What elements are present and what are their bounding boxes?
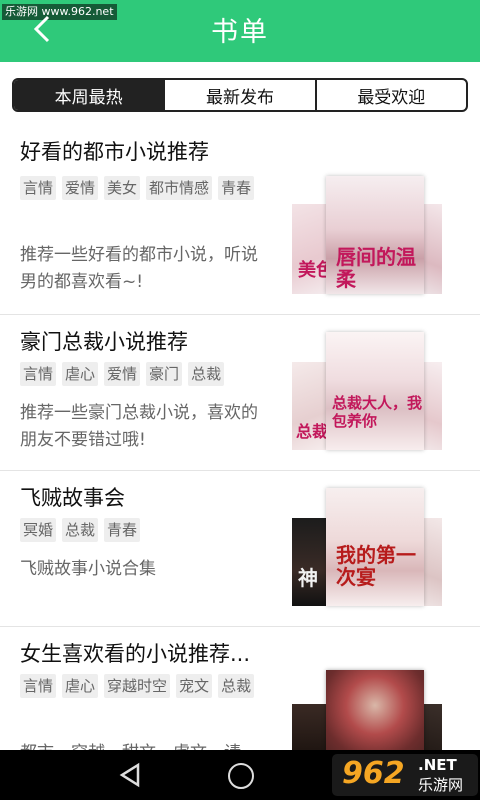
tag-list: 冥婚 总裁 青春 — [20, 518, 280, 548]
nav-back-icon[interactable] — [118, 762, 144, 792]
tag[interactable]: 言情 — [20, 176, 57, 200]
watermark-number: 962 — [342, 756, 405, 791]
item-title: 飞贼故事会 — [20, 486, 125, 510]
book-cover: 我的第一次宴 — [326, 488, 424, 606]
book-cover: 总裁大人，我包养你 — [326, 332, 424, 450]
item-title: 好看的都市小说推荐 — [20, 140, 209, 164]
tag[interactable]: 总裁 — [62, 518, 99, 542]
tag[interactable]: 总裁 — [218, 674, 255, 698]
nav-home-icon[interactable] — [228, 763, 254, 789]
tag[interactable]: 豪门 — [146, 362, 183, 386]
brand-watermark-logo: 962 .NET 乐游网 — [332, 754, 478, 796]
tag[interactable]: 美女 — [104, 176, 141, 200]
app-header: 乐游网 www.962.net 书单 — [0, 0, 480, 62]
tag[interactable]: 言情 — [20, 362, 57, 386]
tag[interactable]: 总裁 — [188, 362, 225, 386]
segmented-tabs: 本周最热 最新发布 最受欢迎 — [12, 78, 468, 112]
tag-list: 言情 爱情 美女 都市情感 青春 — [20, 176, 280, 206]
list-item[interactable]: 豪门总裁小说推荐 言情 虐心 爱情 豪门 总裁 推荐一些豪门总裁小说，喜欢的朋友… — [0, 314, 480, 471]
item-title: 女生喜欢看的小说推荐... — [20, 642, 251, 666]
tab-weekly-hot[interactable]: 本周最热 — [14, 80, 164, 110]
tag[interactable]: 虐心 — [62, 362, 99, 386]
tab-most-popular[interactable]: 最受欢迎 — [314, 80, 466, 110]
tag[interactable]: 冥婚 — [20, 518, 57, 542]
item-description: 推荐一些好看的都市小说，听说男的都喜欢看~! — [20, 245, 258, 292]
tab-latest[interactable]: 最新发布 — [163, 80, 314, 110]
tag-list: 言情 虐心 爱情 豪门 总裁 — [20, 362, 280, 392]
tag[interactable]: 青春 — [104, 518, 141, 542]
book-cover: 唇间的温柔 — [326, 176, 424, 294]
watermark-name: 乐游网 — [418, 776, 464, 794]
tag[interactable]: 言情 — [20, 674, 57, 698]
list-item[interactable]: 飞贼故事会 冥婚 总裁 青春 飞贼故事小说合集 神 我的第一次宴 — [0, 470, 480, 627]
item-description: 推荐一些豪门总裁小说，喜欢的朋友不要错过哦! — [20, 403, 258, 450]
page-title: 书单 — [211, 17, 269, 48]
tag[interactable]: 都市情感 — [146, 176, 213, 200]
tag-list: 言情 虐心 穿越时空 宠文 总裁 — [20, 674, 280, 704]
cover-stack: 美色 唇间的温柔 — [292, 176, 442, 294]
cover-stack: 神 我的第一次宴 — [292, 488, 442, 606]
tag[interactable]: 宠文 — [176, 674, 213, 698]
tag[interactable]: 穿越时空 — [104, 674, 171, 698]
watermark-domain: .NET — [418, 756, 457, 774]
tag[interactable]: 青春 — [218, 176, 255, 200]
cover-stack: 总裁 总裁大人，我包养你 — [292, 332, 442, 450]
tag[interactable]: 爱情 — [62, 176, 99, 200]
tag[interactable]: 爱情 — [104, 362, 141, 386]
tag[interactable]: 虐心 — [62, 674, 99, 698]
item-title: 豪门总裁小说推荐 — [20, 330, 188, 354]
list-item[interactable]: 好看的都市小说推荐 言情 爱情 美女 都市情感 青春 推荐一些好看的都市小说，听… — [0, 124, 480, 315]
item-description: 飞贼故事小说合集 — [20, 559, 156, 579]
